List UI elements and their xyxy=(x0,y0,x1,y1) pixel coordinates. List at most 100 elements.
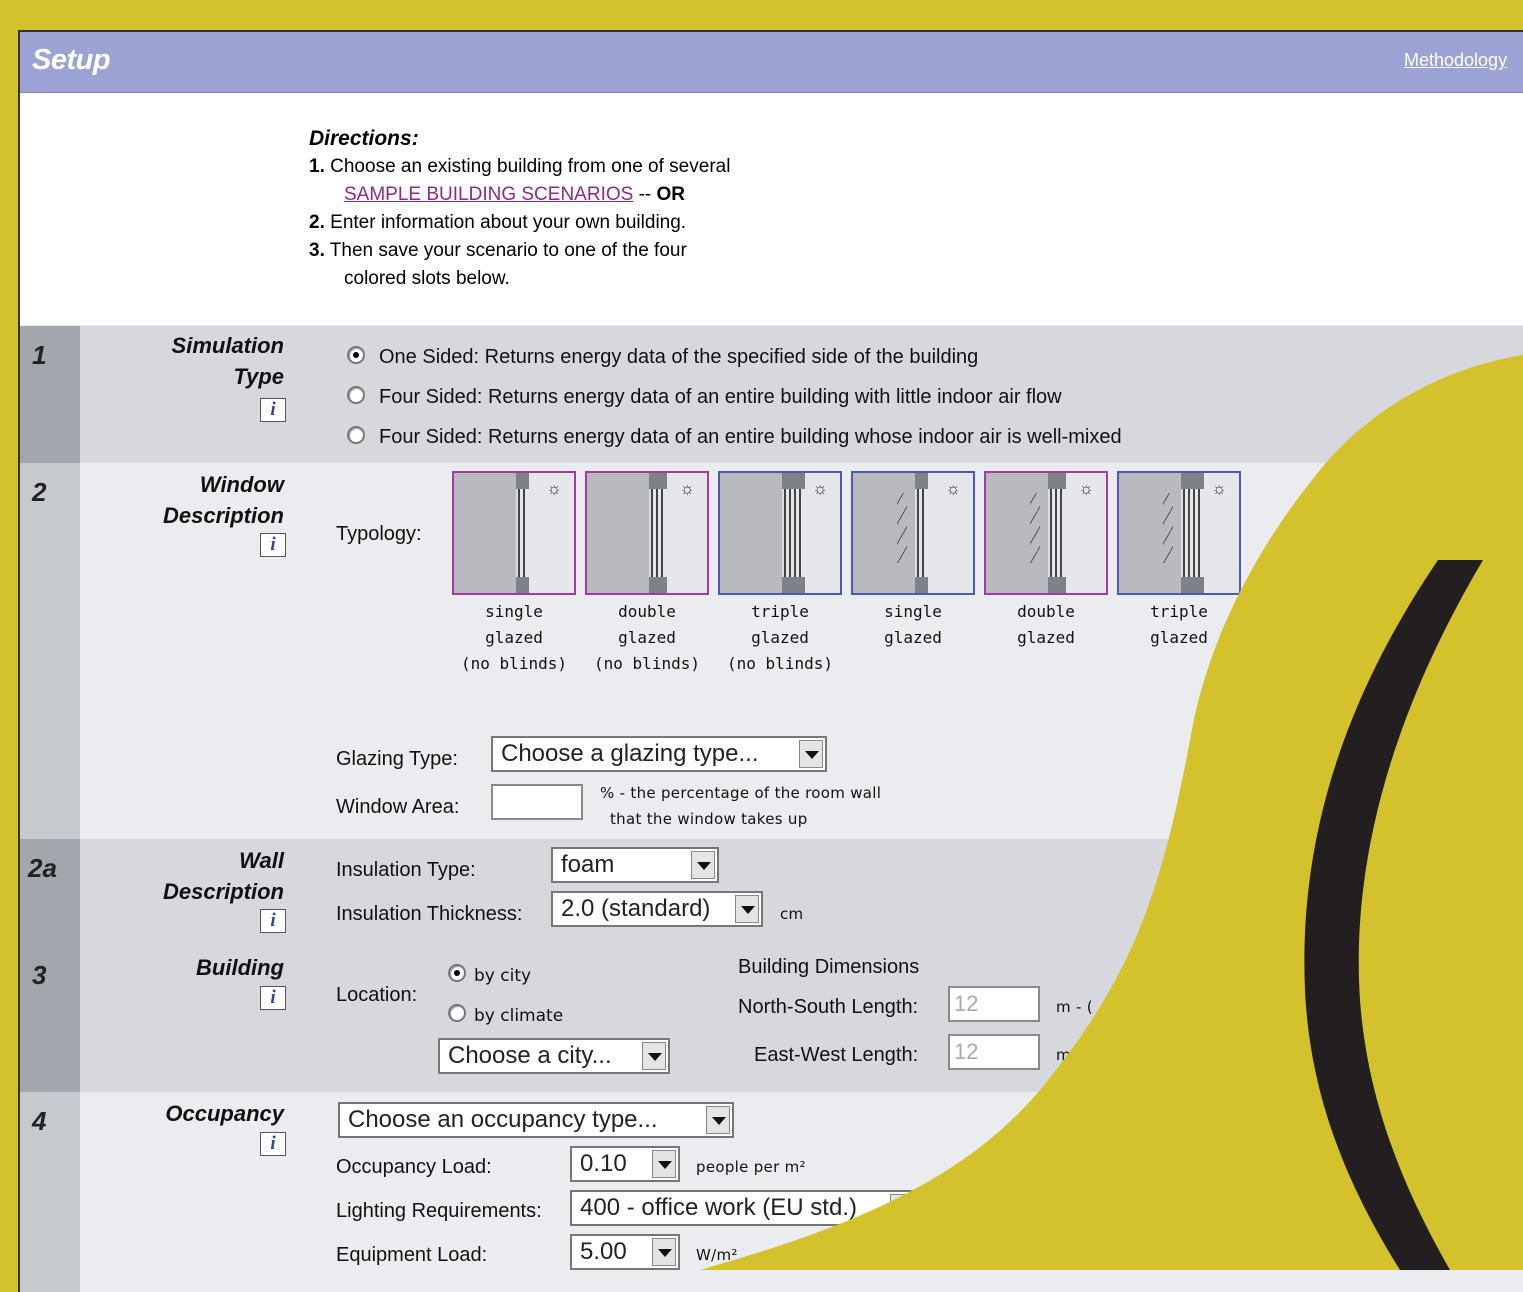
section-occupancy: 4 Occupancy i Choose an occupancy type..… xyxy=(20,1092,1523,1292)
ns-unit: m - ( xyxy=(1056,998,1093,1016)
window-typology-icon[interactable]: ☼ xyxy=(851,471,975,595)
info-icon[interactable]: i xyxy=(260,533,286,557)
window-area-label: Window Area: xyxy=(336,796,460,818)
chevron-down-icon[interactable] xyxy=(890,1194,914,1222)
section-window-description: 2 Window Description i Typology: ☼ single g… xyxy=(20,463,1523,839)
blinds-icon xyxy=(1163,493,1173,563)
typology-option[interactable]: ☼ double glazed (no blinds) xyxy=(585,471,709,677)
equipment-load-label: Equipment Load: xyxy=(336,1244,488,1266)
info-icon[interactable]: i xyxy=(260,1132,286,1156)
directions-title: Directions: xyxy=(309,127,419,150)
section-building: 3 Building i Location: by city by climat… xyxy=(20,946,1523,1092)
typology-option[interactable]: ☼ triple glazed xyxy=(1117,471,1241,651)
direction-step-1-link: SAMPLE BUILDING SCENARIOS -- OR xyxy=(344,184,686,205)
window-area-input[interactable] xyxy=(491,784,583,820)
ew-unit: m xyxy=(1056,1046,1071,1064)
section-number: 4 xyxy=(32,1106,47,1136)
direction-step-3-cont: colored slots below. xyxy=(344,268,510,289)
window-typology-icon[interactable]: ☼ xyxy=(1117,471,1241,595)
direction-step-1: 1. Choose an existing building from one … xyxy=(309,156,731,177)
directions-panel: Directions: 1. Choose an existing buildi… xyxy=(20,93,1523,325)
sun-icon: ☼ xyxy=(812,479,828,498)
section-wall-description: 2a Wall Description i Insulation Type: fo… xyxy=(20,839,1523,946)
window-typology-icon[interactable]: ☼ xyxy=(452,471,576,595)
window-typology-icon[interactable]: ☼ xyxy=(585,471,709,595)
window-typology-icon[interactable]: ☼ xyxy=(984,471,1108,595)
section-number: 2a xyxy=(28,853,57,883)
occupancy-load-select[interactable]: 0.10 xyxy=(570,1146,680,1182)
typology-caption: double glazed (no blinds) xyxy=(594,602,700,673)
window-area-note: % - the percentage of the room wall xyxy=(600,784,882,802)
typology-caption: single glazed xyxy=(884,602,942,647)
insulation-thickness-select[interactable]: 2.0 (standard) xyxy=(551,891,763,927)
section-label: Wall Description xyxy=(162,848,284,904)
section-label: Occupancy xyxy=(165,1101,284,1126)
window-typology-icon[interactable]: ☼ xyxy=(718,471,842,595)
chevron-down-icon[interactable] xyxy=(652,1150,676,1178)
radio-button[interactable] xyxy=(347,426,365,444)
radio-four-sided-well-mixed[interactable]: Four Sided: Returns energy data of an en… xyxy=(347,426,1122,449)
chevron-down-icon[interactable] xyxy=(799,740,823,768)
ew-length-label: East-West Length: xyxy=(754,1044,919,1066)
occupancy-load-unit: people per m² xyxy=(696,1158,806,1176)
chevron-down-icon[interactable] xyxy=(706,1106,730,1134)
direction-step-2: 2. Enter information about your own buil… xyxy=(309,212,687,233)
typology-option[interactable]: ☼ triple glazed (no blinds) xyxy=(718,471,842,677)
methodology-link[interactable]: Methodology xyxy=(1404,50,1507,71)
window-area-note: that the window takes up xyxy=(610,810,808,828)
setup-header-bar: Setup Methodology xyxy=(20,32,1523,93)
radio-four-sided-little-flow[interactable]: Four Sided: Returns energy data of an en… xyxy=(347,386,1062,409)
sun-icon: ☼ xyxy=(679,479,695,498)
section-number: 3 xyxy=(32,960,47,990)
sun-icon: ☼ xyxy=(1211,479,1227,498)
sun-icon: ☼ xyxy=(546,479,562,498)
building-dimensions-title: Building Dimensions xyxy=(738,956,920,978)
equipment-load-unit: W/m² xyxy=(696,1246,738,1264)
page-title: Setup xyxy=(32,44,111,76)
info-icon[interactable]: i xyxy=(260,909,286,933)
occupancy-type-select[interactable]: Choose an occupancy type... xyxy=(338,1102,734,1138)
blinds-icon xyxy=(1030,493,1040,563)
occupancy-load-label: Occupancy Load: xyxy=(336,1156,492,1178)
lighting-label: Lighting Requirements: xyxy=(336,1200,542,1222)
info-icon[interactable]: i xyxy=(260,986,286,1010)
radio-by-city[interactable]: by city xyxy=(448,964,531,986)
ns-length-input[interactable]: 12 xyxy=(948,986,1040,1022)
section-label: Window Description xyxy=(162,472,284,528)
direction-step-3: 3. Then save your scenario to one of the… xyxy=(309,240,687,261)
sample-scenarios-link[interactable]: SAMPLE BUILDING SCENARIOS xyxy=(344,184,633,205)
insulation-type-label: Insulation Type: xyxy=(336,859,476,881)
glazing-type-select[interactable]: Choose a glazing type... xyxy=(491,736,827,772)
typology-caption: triple glazed (no blinds) xyxy=(727,602,833,673)
insulation-thickness-label: Insulation Thickness: xyxy=(336,903,523,925)
info-icon[interactable]: i xyxy=(260,398,286,422)
location-label: Location: xyxy=(336,984,418,1006)
typology-caption: single glazed (no blinds) xyxy=(461,602,567,673)
equipment-load-select[interactable]: 5.00 xyxy=(570,1234,680,1270)
radio-button[interactable] xyxy=(347,386,365,404)
radio-one-sided[interactable]: One Sided: Returns energy data of the sp… xyxy=(347,346,978,369)
section-label: Simulation Type xyxy=(171,333,284,389)
chevron-down-icon[interactable] xyxy=(691,851,715,879)
insulation-type-select[interactable]: foam xyxy=(551,847,719,883)
typology-option[interactable]: ☼ single glazed (no blinds) xyxy=(452,471,576,677)
typology-caption: double glazed xyxy=(1017,602,1075,647)
chevron-down-icon[interactable] xyxy=(652,1238,676,1266)
ns-length-label: North-South Length: xyxy=(738,996,919,1018)
glazing-type-label: Glazing Type: xyxy=(336,748,458,770)
chevron-down-icon[interactable] xyxy=(642,1042,666,1070)
typology-option[interactable]: ☼ double glazed xyxy=(984,471,1108,651)
section-label: Building xyxy=(196,955,284,980)
radio-button[interactable] xyxy=(448,1004,466,1022)
lighting-select[interactable]: 400 - office work (EU std.) xyxy=(570,1190,918,1226)
sun-icon: ☼ xyxy=(1078,479,1094,498)
radio-button[interactable] xyxy=(448,964,466,982)
thickness-unit: cm xyxy=(780,905,804,923)
chevron-down-icon[interactable] xyxy=(735,895,759,923)
radio-by-climate[interactable]: by climate xyxy=(448,1004,563,1026)
ew-length-input[interactable]: 12 xyxy=(948,1034,1040,1070)
radio-button[interactable] xyxy=(347,346,365,364)
city-select[interactable]: Choose a city... xyxy=(438,1038,670,1074)
typology-option[interactable]: ☼ single glazed xyxy=(851,471,975,651)
sun-icon: ☼ xyxy=(945,479,961,498)
